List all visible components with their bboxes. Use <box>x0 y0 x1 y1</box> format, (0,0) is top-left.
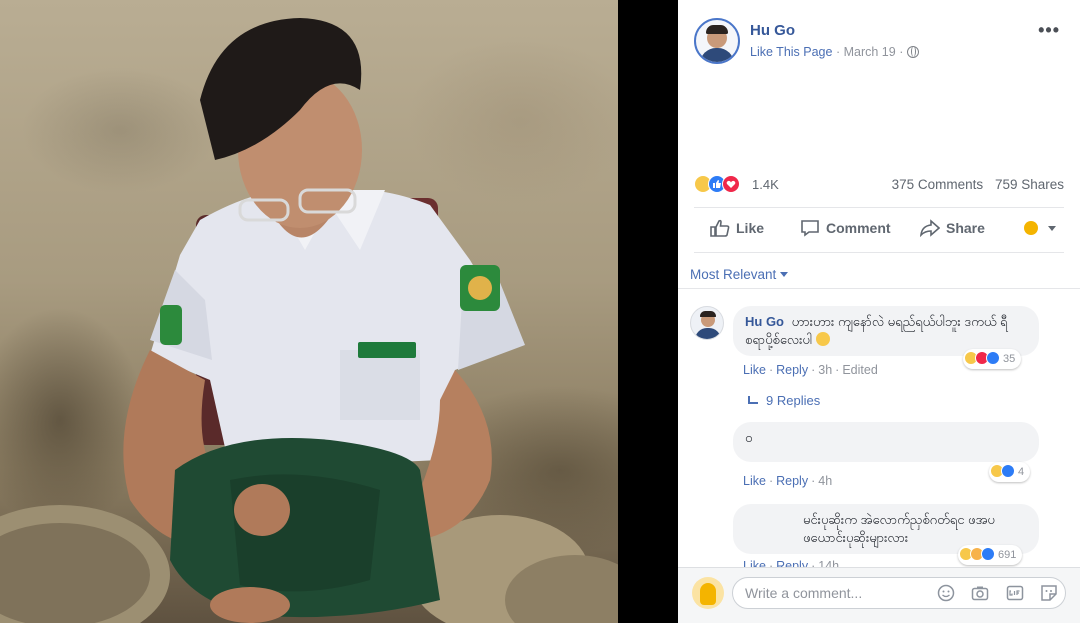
like-reaction-icon <box>986 351 1000 365</box>
more-options-icon[interactable]: ••• <box>1038 20 1060 41</box>
post-action-bar: Like Comment Share <box>694 215 1064 245</box>
reactions-summary: 1.4K 375 Comments 759 Shares <box>694 174 1064 196</box>
edited-label[interactable]: Edited <box>842 363 877 377</box>
like-button[interactable]: Like <box>710 219 764 237</box>
chevron-down-icon <box>1048 226 1056 231</box>
gif-icon[interactable] <box>1006 584 1024 602</box>
like-page-link[interactable]: Like This Page <box>750 45 832 59</box>
comment-reply-link[interactable]: Reply <box>776 363 808 377</box>
comment-actions: Like · Reply · 4h <box>743 474 833 488</box>
page-name[interactable]: Hu Go <box>750 22 795 39</box>
comment-text: ဟားဟား ကျနော်လဲ မရည်ရယ်ပါဘူး ဒကယ် ရီစရာပ… <box>745 314 1008 347</box>
post-date[interactable]: March 19 <box>844 45 896 59</box>
like-reaction-icon <box>981 547 995 561</box>
post-header: Hu Go Like This Page · March 19 · ••• <box>694 18 1064 66</box>
page-avatar[interactable] <box>694 18 740 64</box>
comment-reply-link[interactable]: Reply <box>776 474 808 488</box>
post-photo[interactable] <box>0 0 618 623</box>
chevron-down-icon <box>780 272 789 277</box>
photo-illustration <box>0 18 618 623</box>
like-reaction-icon <box>1001 464 1015 478</box>
react-as-selector[interactable] <box>1023 220 1056 238</box>
comments-count[interactable]: 375 Comments <box>892 177 984 192</box>
composer-tools <box>925 584 1058 602</box>
globe-icon <box>906 46 919 58</box>
laughing-emoji-icon <box>815 332 830 346</box>
comment-text: ဝ <box>745 430 753 445</box>
comment-reactions[interactable]: 4 <box>989 462 1031 482</box>
post-panel: Hu Go Like This Page · March 19 · ••• 1.… <box>678 0 1080 623</box>
comment-composer <box>678 567 1080 623</box>
reply-arrow-icon <box>748 396 758 404</box>
view-replies-link[interactable]: 9 Replies <box>748 393 820 408</box>
post-meta: Like This Page · March 19 · <box>750 45 919 59</box>
sticker-icon[interactable] <box>1040 584 1058 602</box>
divider <box>694 252 1064 253</box>
comment-time[interactable]: 4h <box>818 474 832 488</box>
comment-reactions[interactable]: 35 <box>963 349 1022 369</box>
emoji-icon[interactable] <box>937 584 955 602</box>
thumbs-up-icon <box>710 219 730 237</box>
comment-bubble: ဝ <box>733 422 1039 462</box>
reaction-count[interactable]: 1.4K <box>752 177 779 192</box>
shares-count[interactable]: 759 Shares <box>995 177 1064 192</box>
comments-list: Hu Go ဟားဟား ကျနော်လဲ မရည်ရယ်ပါဘူး ဒကယ် … <box>678 292 1080 573</box>
comment-actions: Like · Reply · 3h · Edited <box>743 363 878 377</box>
speech-bubble-icon <box>801 220 819 237</box>
comment-time[interactable]: 3h <box>818 363 832 377</box>
page-avatar-composer[interactable] <box>692 577 724 609</box>
engagement-counts: 375 Comments 759 Shares <box>884 177 1064 192</box>
lightbox-gap <box>618 0 678 623</box>
comment-author[interactable]: Hu Go <box>745 314 784 329</box>
divider <box>678 288 1080 289</box>
comment-reactions[interactable]: 691 <box>958 545 1023 565</box>
love-reaction-icon <box>722 175 740 193</box>
page-avatar-small-icon <box>1023 221 1038 235</box>
divider <box>694 207 1064 208</box>
camera-icon[interactable] <box>971 584 989 602</box>
share-button[interactable]: Share <box>919 219 985 238</box>
comment-text: မင်းပုဆိုးက အဲလောက်ညှစ်ဂတ်ရင ဖအပ ဖယောင်း… <box>803 512 995 545</box>
comment-sort-dropdown[interactable]: Most Relevant <box>690 267 789 282</box>
comment-like-link[interactable]: Like <box>743 363 766 377</box>
comment-button[interactable]: Comment <box>800 219 891 237</box>
share-arrow-icon <box>919 219 941 238</box>
commenter-avatar[interactable] <box>690 306 724 340</box>
comment-like-link[interactable]: Like <box>743 474 766 488</box>
